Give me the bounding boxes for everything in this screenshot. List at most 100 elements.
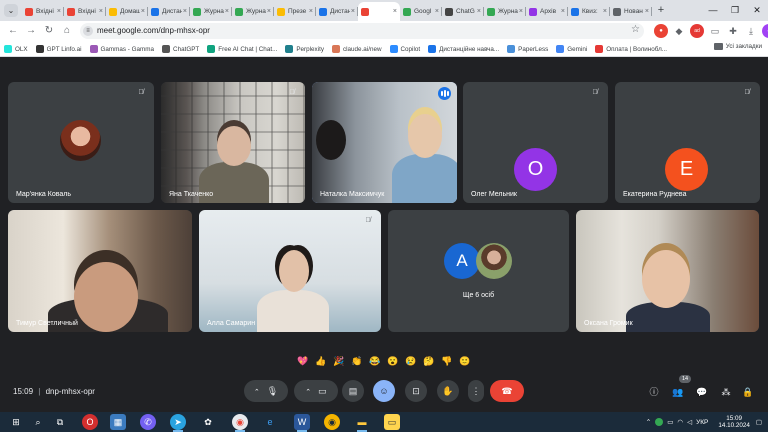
- reaction-emoji[interactable]: 😢: [404, 354, 418, 368]
- participant-tile[interactable]: 🎙̸ Яна Ткаченко: [161, 82, 305, 203]
- reaction-emoji[interactable]: 💖: [296, 354, 310, 368]
- bookmark-item[interactable]: Оплата | Волинобл...: [595, 43, 667, 55]
- tab-close-icon[interactable]: ×: [435, 8, 439, 15]
- present-screen-button[interactable]: ⊡: [405, 380, 427, 402]
- more-options-button[interactable]: ⋮: [468, 380, 484, 402]
- chevron-up-icon[interactable]: ⌃: [646, 418, 651, 426]
- raise-hand-button[interactable]: ✋: [437, 380, 459, 402]
- browser-tab-active[interactable]: ×: [358, 2, 400, 21]
- close-window-icon[interactable]: ✕: [746, 0, 768, 21]
- reaction-emoji[interactable]: 😂: [368, 354, 382, 368]
- network-icon[interactable]: ▭: [667, 418, 673, 426]
- back-icon[interactable]: ←: [6, 24, 20, 38]
- minimize-icon[interactable]: —: [702, 0, 724, 21]
- tab-close-icon[interactable]: ×: [351, 8, 355, 15]
- file-explorer-icon[interactable]: ▬: [354, 414, 370, 432]
- tab-close-icon[interactable]: ×: [183, 8, 187, 15]
- browser-tab[interactable]: Квиз: ×: [568, 3, 610, 20]
- tab-close-icon[interactable]: ×: [519, 8, 523, 15]
- tab-close-icon[interactable]: ×: [603, 8, 607, 15]
- browser-tab[interactable]: Вхідні ×: [64, 3, 106, 20]
- site-info-icon[interactable]: ≡: [83, 26, 93, 36]
- host-controls-lock-icon[interactable]: 🔒: [740, 384, 756, 400]
- clock[interactable]: 15:09 14.10.2024: [718, 415, 750, 430]
- tab-close-icon[interactable]: ×: [141, 8, 145, 15]
- wifi-icon[interactable]: ◠: [677, 418, 683, 426]
- home-icon[interactable]: ⌂: [60, 24, 74, 38]
- address-bar[interactable]: ≡ meet.google.com/dnp-mhsx-opr ☆: [80, 23, 644, 39]
- participant-tile[interactable]: 🎙̸ Мар'янка Коваль: [8, 82, 154, 203]
- browser-tab[interactable]: Нован ×: [610, 3, 652, 20]
- app-icon[interactable]: ✿: [200, 414, 216, 430]
- bookmark-item[interactable]: OLX: [4, 43, 28, 55]
- bookmark-item[interactable]: Gemini: [556, 43, 587, 55]
- tab-search-button[interactable]: ⌄: [4, 4, 18, 17]
- tab-close-icon[interactable]: ×: [477, 8, 481, 15]
- reaction-emoji[interactable]: 👍: [314, 354, 328, 368]
- extension-icon[interactable]: ◆: [672, 24, 686, 38]
- tab-close-icon[interactable]: ×: [393, 8, 397, 15]
- chevron-up-icon[interactable]: ⌃: [254, 389, 260, 396]
- participant-tile[interactable]: Тимур Светличный: [8, 210, 192, 332]
- telegram-icon[interactable]: ➤: [170, 414, 186, 432]
- tab-close-icon[interactable]: ×: [267, 8, 271, 15]
- extension-icon[interactable]: ad: [690, 24, 704, 38]
- edge-icon[interactable]: e: [262, 414, 278, 430]
- folder-icon[interactable]: ▭: [384, 414, 400, 430]
- profile-avatar[interactable]: •: [762, 24, 768, 38]
- reaction-emoji[interactable]: 👎: [440, 354, 454, 368]
- task-view-icon[interactable]: ⧉: [52, 414, 68, 430]
- language-indicator[interactable]: УКР: [696, 419, 708, 426]
- reaction-emoji[interactable]: 🎉: [332, 354, 346, 368]
- bookmark-item[interactable]: Дистанційне навча...: [428, 43, 499, 55]
- bookmark-item[interactable]: Free AI Chat | Chat...: [207, 43, 277, 55]
- forward-icon[interactable]: →: [24, 24, 38, 38]
- tab-close-icon[interactable]: ×: [309, 8, 313, 15]
- tray-app-icon[interactable]: [655, 418, 664, 426]
- browser-tab[interactable]: Вхідні ×: [22, 3, 64, 20]
- reaction-emoji[interactable]: 😮: [386, 354, 400, 368]
- viber-icon[interactable]: ✆: [140, 414, 156, 430]
- browser-tab[interactable]: Дистан ×: [148, 3, 190, 20]
- reaction-emoji[interactable]: 🤔: [422, 354, 436, 368]
- browser-tab[interactable]: Презе ×: [274, 3, 316, 20]
- participant-tile[interactable]: Оксана Громик: [576, 210, 759, 332]
- browser-tab[interactable]: Дистан ×: [316, 3, 358, 20]
- reload-icon[interactable]: ↻: [42, 24, 56, 38]
- notifications-icon[interactable]: ▢: [756, 418, 762, 426]
- extension-icon[interactable]: ●: [654, 24, 668, 38]
- people-icon[interactable]: 👥: [670, 384, 686, 400]
- all-bookmarks[interactable]: Усі закладки: [713, 43, 762, 50]
- leave-call-button[interactable]: ☎: [490, 380, 524, 402]
- participant-tile[interactable]: E 🎙̸ Екатерина Руднева: [615, 82, 760, 203]
- activities-icon[interactable]: ⁂: [718, 384, 734, 400]
- chat-icon[interactable]: 💬: [694, 384, 710, 400]
- emoji-reaction-button[interactable]: ☺: [373, 380, 395, 402]
- browser-tab[interactable]: Домаш ×: [106, 3, 148, 20]
- browser-tab[interactable]: Архів ×: [526, 3, 568, 20]
- volume-icon[interactable]: ◁: [687, 418, 692, 426]
- bookmark-item[interactable]: GPT Linfo.ai: [35, 43, 82, 55]
- app-icon[interactable]: ▦: [110, 414, 126, 430]
- captions-button[interactable]: ▤: [342, 380, 364, 402]
- chrome-icon[interactable]: ◉: [232, 414, 248, 432]
- reaction-emoji[interactable]: 👏: [350, 354, 364, 368]
- tab-close-icon[interactable]: ×: [57, 8, 61, 15]
- word-icon[interactable]: W: [294, 414, 310, 432]
- downloads-icon[interactable]: ⤓: [744, 24, 758, 38]
- browser-tab[interactable]: Журна ×: [484, 3, 526, 20]
- tab-close-icon[interactable]: ×: [561, 8, 565, 15]
- bookmark-item[interactable]: PaperLess: [507, 43, 548, 55]
- bookmark-star-icon[interactable]: ☆: [631, 24, 640, 35]
- bookmark-item[interactable]: Copilot: [389, 43, 420, 55]
- extensions-puzzle-icon[interactable]: ✚: [726, 24, 740, 38]
- bookmark-item[interactable]: Perplexity: [285, 43, 324, 55]
- opera-icon[interactable]: O: [82, 414, 98, 430]
- browser-tab[interactable]: Журна ×: [232, 3, 274, 20]
- microphone-button[interactable]: ⌃ 🎙: [244, 380, 288, 402]
- others-tile[interactable]: A Ще 6 осіб: [388, 210, 569, 332]
- tab-close-icon[interactable]: ×: [99, 8, 103, 15]
- windows-start-icon[interactable]: ⊞: [8, 414, 24, 430]
- new-tab-button[interactable]: +: [654, 2, 668, 19]
- tab-close-icon[interactable]: ×: [225, 8, 229, 15]
